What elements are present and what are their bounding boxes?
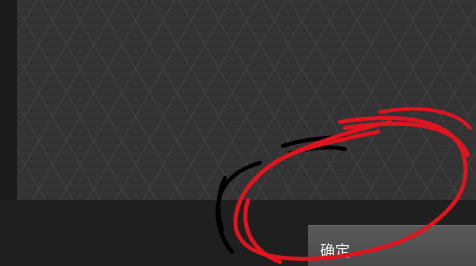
dialog-window: 确定 xyxy=(0,0,476,266)
left-edge-strip xyxy=(0,0,17,208)
patterned-preview-panel xyxy=(17,0,476,201)
confirm-button[interactable]: 确定 xyxy=(308,225,476,266)
